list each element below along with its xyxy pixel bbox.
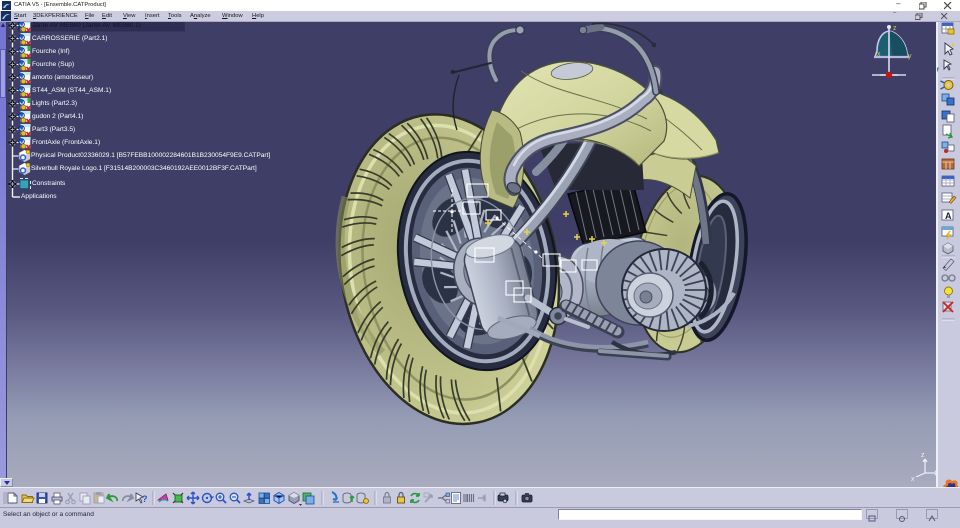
svg-text:z: z	[921, 452, 925, 459]
svg-text:x: x	[911, 476, 915, 483]
svg-text:?: ?	[142, 494, 148, 504]
svg-text:A: A	[945, 211, 952, 221]
svg-text:z: z	[893, 25, 897, 32]
svg-text:x: x	[877, 51, 881, 58]
svg-text:y: y	[908, 53, 912, 60]
